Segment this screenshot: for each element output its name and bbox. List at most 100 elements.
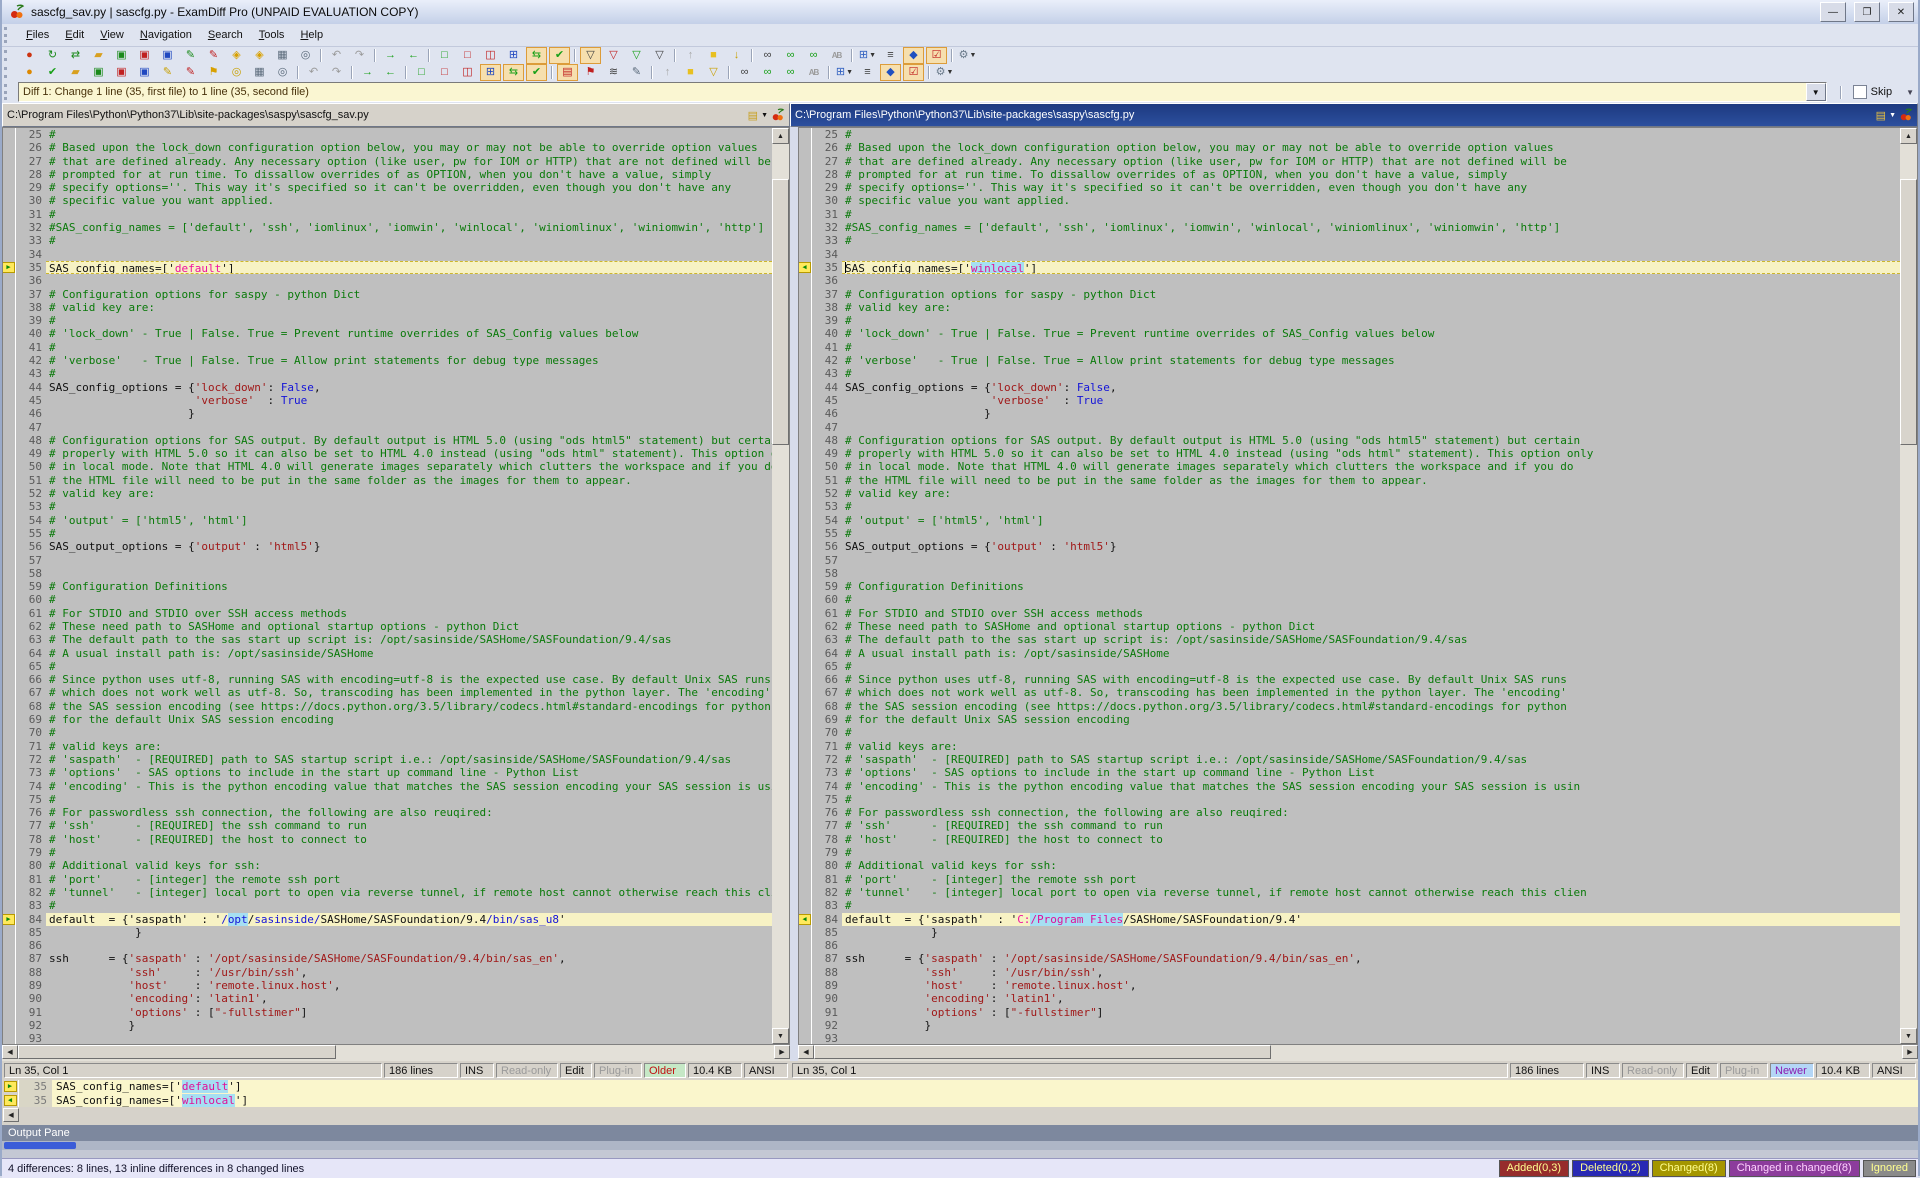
right-scroll-up-icon[interactable]: ▲ [1900,128,1917,144]
block-identical-icon[interactable]: □ [411,64,432,81]
search-flagged-icon[interactable]: ◎ [226,64,247,81]
toolbar-overflow-icon[interactable]: ▼ [1906,88,1914,97]
right-app-cherry-icon[interactable] [1899,108,1913,122]
prev-diff-icon[interactable]: ↑ [680,47,701,64]
next-change-icon[interactable]: → [380,47,401,64]
toolbar2-grip[interactable] [4,67,14,79]
line-details-icon[interactable]: ≡ [880,47,901,64]
open-folder-icon[interactable]: ▰ [65,64,86,81]
right-vertical-scrollbar[interactable]: ▲ ▼ [1900,128,1917,1044]
search-repeat-icon[interactable]: ∞ [780,64,801,81]
dropdown-caret-icon[interactable]: ▼ [946,65,953,80]
auto-recompare-icon[interactable]: ✔ [549,47,570,64]
diff-combo-dropdown-icon[interactable]: ▼ [1806,83,1826,101]
diff-combo[interactable]: Diff 1: Change 1 line (35, first file) t… [18,82,1827,102]
edit-copy-second-icon[interactable]: ✎ [180,64,201,81]
right-save-icon[interactable]: ▤ [1876,109,1886,122]
filter-changed-icon[interactable]: ▽ [626,47,647,64]
ignore-blank-lines-icon[interactable]: ▤ [557,64,578,81]
diff-marker-icon[interactable]: ▶ [4,1081,17,1092]
current-bookmark-icon[interactable]: ■ [680,64,701,81]
filter-custom-icon[interactable]: ▽ [649,47,670,64]
menu-tools[interactable]: Tools [251,27,293,43]
show-moved-icon[interactable]: ⊞ [503,47,524,64]
redo-edit-icon[interactable]: ↷ [326,64,347,81]
compare-files-icon[interactable]: ● [19,47,40,64]
output-pane-scroll-thumb[interactable] [4,1142,76,1149]
print-icon[interactable]: ▦ [272,47,293,64]
plugin-options-icon[interactable]: ☑ [926,47,947,64]
save-second-icon[interactable]: ▣ [134,47,155,64]
right-code-pane[interactable]: 25#26# Based upon the lock_down configur… [798,127,1918,1045]
show-swapped-icon[interactable]: ⇆ [526,47,547,64]
search-add-icon[interactable]: ∞ [757,64,778,81]
minimize-button[interactable]: — [1820,2,1846,22]
menu-navigation[interactable]: Navigation [132,27,200,43]
menu-search[interactable]: Search [200,27,251,43]
diff-marker-icon[interactable]: ▶ [3,914,15,925]
diff-panel-row[interactable]: ◀35SAS_config_names=['winlocal'] [2,1094,1918,1108]
find-prev-icon[interactable]: ∞ [803,47,824,64]
menu-files[interactable]: Files [18,27,57,43]
menu-help[interactable]: Help [292,27,331,43]
show-deleted-icon[interactable]: □ [457,47,478,64]
copy-right-icon[interactable]: → [357,64,378,81]
dropdown-caret-icon[interactable]: ▼ [846,65,853,80]
prev-bookmark-icon[interactable]: ↑ [657,64,678,81]
zoom-page-icon[interactable]: ◎ [272,64,293,81]
right-code-area[interactable]: 25#26# Based upon the lock_down configur… [799,128,1900,1044]
refresh-icon[interactable]: ✔ [42,64,63,81]
save-both-icon[interactable]: ▣ [157,47,178,64]
edit-first-icon[interactable]: ✎ [180,47,201,64]
left-scroll-down-icon[interactable]: ▼ [772,1028,789,1044]
right-scroll-right-icon[interactable]: ▶ [1902,1045,1918,1059]
right-scroll-left-icon[interactable]: ◀ [798,1045,814,1059]
block-changed-icon[interactable]: ◫ [457,64,478,81]
pane-splitter[interactable] [790,127,798,1045]
left-vscroll-thumb[interactable] [772,179,789,444]
right-horizontal-scrollbar[interactable]: ◀ ▶ [798,1045,1918,1061]
left-scroll-right-icon[interactable]: ▶ [774,1045,790,1059]
left-app-cherry-icon[interactable] [771,108,785,122]
left-vertical-scrollbar[interactable]: ▲ ▼ [772,128,789,1044]
diff-marker-icon[interactable]: ◀ [799,914,811,925]
print-preview-icon[interactable]: ◎ [295,47,316,64]
flag-first-icon[interactable]: ⚑ [203,64,224,81]
left-horizontal-scrollbar[interactable]: ◀ ▶ [2,1045,790,1061]
next-bookmark-icon[interactable]: ▽ [703,64,724,81]
find-icon[interactable]: ∞ [757,47,778,64]
block-deleted-icon[interactable]: □ [434,64,455,81]
diff-panel-row[interactable]: ▶35SAS_config_names=['default'] [2,1080,1918,1094]
options-icon[interactable]: ⚙▼ [934,64,955,81]
next-diff-icon[interactable]: ↓ [726,47,747,64]
right-header-dropdown-icon[interactable]: ▼ [1889,112,1896,119]
diff-panel-scroll-left-icon[interactable]: ◀ [3,1108,19,1122]
copy-left-icon[interactable]: ← [380,64,401,81]
match-ab-icon[interactable]: AB [803,64,824,81]
block-moved-icon[interactable]: ⊞ [480,64,501,81]
redo-icon[interactable]: ↷ [349,47,370,64]
left-scroll-up-icon[interactable]: ▲ [772,128,789,144]
left-code-pane[interactable]: 25#26# Based upon the lock_down configur… [2,127,790,1045]
recompare-icon[interactable]: ↻ [42,47,63,64]
filter-deleted-icon[interactable]: ▽ [603,47,624,64]
right-hscroll-thumb[interactable] [814,1045,1271,1059]
current-diff-icon[interactable]: ■ [703,47,724,64]
diffbar-grip[interactable] [4,84,14,99]
find-next-icon[interactable]: ∞ [780,47,801,64]
menu-edit[interactable]: Edit [57,27,92,43]
right-scroll-down-icon[interactable]: ▼ [1900,1028,1917,1044]
skip-checkbox-group[interactable]: Skip [1853,85,1892,99]
plugins-icon[interactable]: ◆ [903,47,924,64]
block-checked-icon[interactable]: ✔ [526,64,547,81]
right-vscroll-thumb[interactable] [1900,179,1917,444]
edit-copy-first-icon[interactable]: ✎ [157,64,178,81]
save-second-as-icon[interactable]: ▣ [111,64,132,81]
menu-view[interactable]: View [92,27,132,43]
left-pane-header[interactable]: C:\Program Files\Python\Python37\Lib\sit… [2,103,790,127]
maximize-button[interactable]: ❐ [1854,2,1880,22]
right-pane-header[interactable]: C:\Program Files\Python\Python37\Lib\sit… [790,103,1918,127]
menu-grip[interactable] [4,27,14,42]
undo-icon[interactable]: ↶ [326,47,347,64]
ignore-flags-icon[interactable]: ⚑ [580,64,601,81]
